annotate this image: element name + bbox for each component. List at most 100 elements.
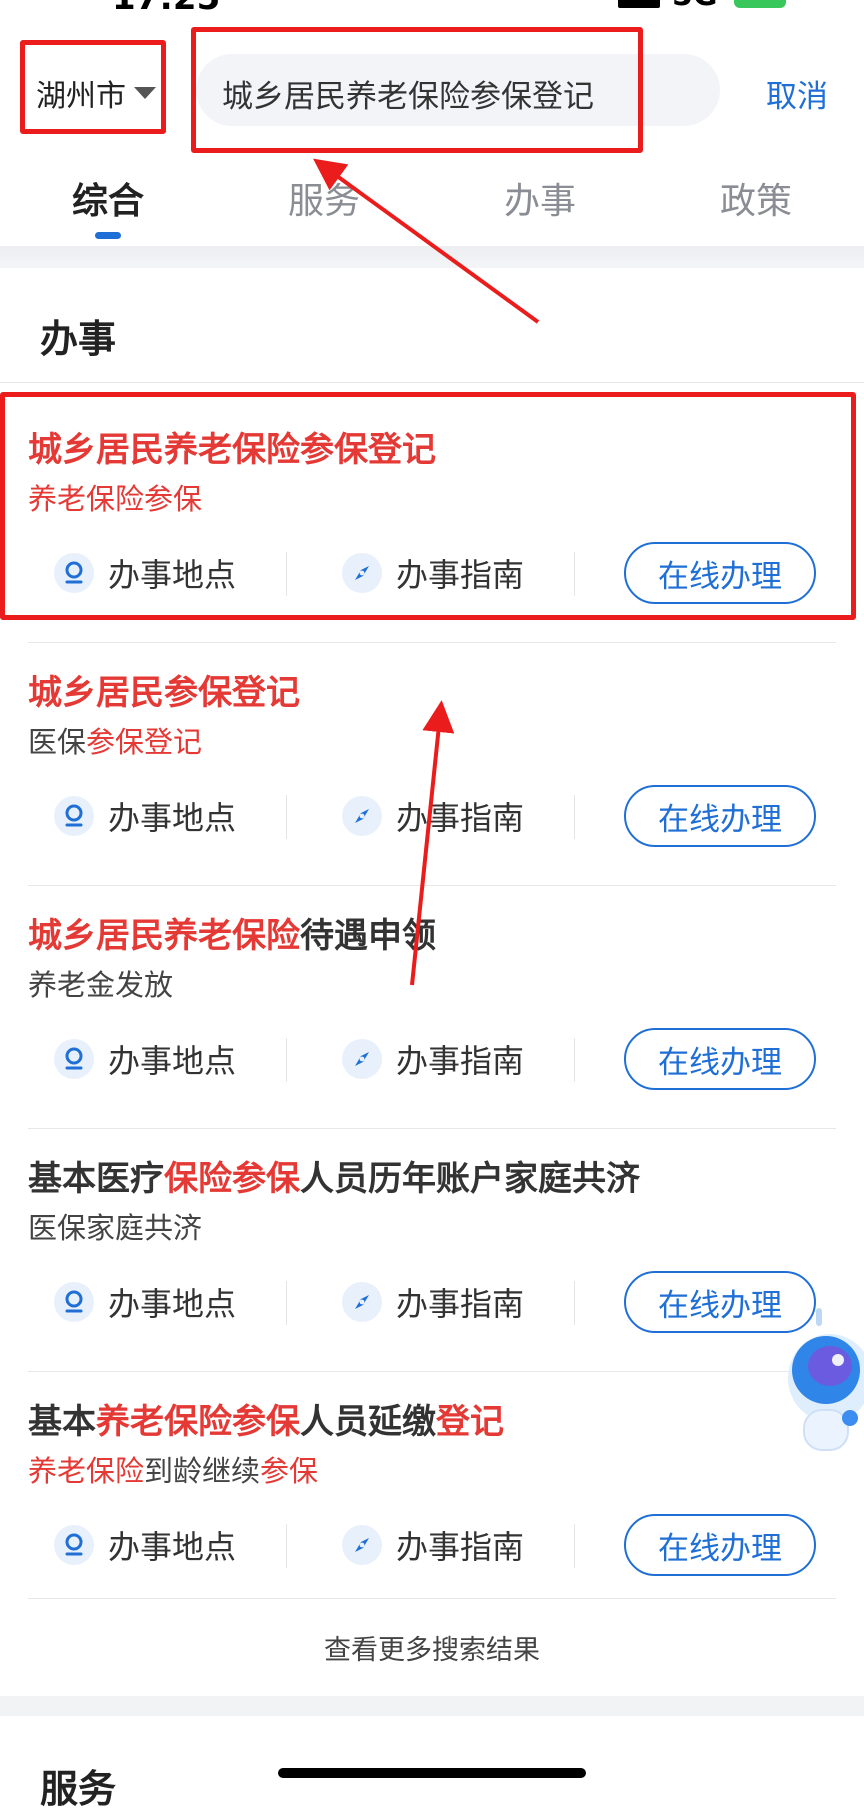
tab-services[interactable]: 服务: [288, 172, 360, 224]
separator: [286, 1524, 287, 1568]
tab-policies[interactable]: 政策: [720, 172, 792, 224]
guide-link[interactable]: 办事指南: [342, 1279, 524, 1325]
divider: [28, 642, 836, 643]
guide-label: 办事指南: [396, 556, 525, 594]
location-link[interactable]: 办事地点: [54, 1522, 236, 1568]
title-text: 待遇申领: [300, 916, 436, 956]
location-pin-icon: [54, 1039, 94, 1079]
location-pin-icon: [54, 1282, 94, 1322]
guide-link[interactable]: 办事指南: [342, 1036, 524, 1082]
location-link[interactable]: 办事地点: [54, 1279, 236, 1325]
location-label: 办事地点: [108, 556, 237, 594]
result-title[interactable]: 城乡居民参保登记: [28, 665, 300, 714]
network-type: 5G: [672, 0, 718, 13]
guide-label: 办事指南: [396, 1285, 525, 1323]
signal-icon: [618, 0, 660, 8]
separator: [286, 795, 287, 839]
cancel-button[interactable]: 取消: [766, 71, 828, 116]
result-item[interactable]: 城乡居民参保登记 医保参保登记办事地点 办事指南 在线办理: [0, 645, 864, 885]
separator: [574, 1038, 575, 1082]
online-apply-button[interactable]: 在线办理: [624, 1514, 816, 1576]
section-gap: [0, 1696, 864, 1716]
title-text: 人员延缴: [300, 1402, 436, 1442]
guide-link[interactable]: 办事指南: [342, 550, 524, 596]
compass-icon: [342, 796, 382, 836]
highlighted-keyword: 养老保险: [28, 1454, 145, 1488]
location-link[interactable]: 办事地点: [54, 793, 236, 839]
result-title[interactable]: 基本养老保险参保人员延缴登记: [28, 1394, 504, 1443]
separator: [574, 1281, 575, 1325]
highlighted-keyword: 保险参保: [164, 1159, 300, 1199]
battery-icon: [734, 0, 786, 8]
result-item[interactable]: 城乡居民养老保险参保登记 养老保险参保办事地点 办事指南 在线办理: [0, 402, 864, 642]
status-time: 17:25: [112, 0, 220, 18]
tab-affairs[interactable]: 办事: [504, 172, 576, 224]
result-subtitle: 医保家庭共济: [28, 1205, 202, 1247]
guide-link[interactable]: 办事指南: [342, 1522, 524, 1568]
result-subtitle: 养老保险到龄继续参保: [28, 1448, 318, 1490]
tab-general[interactable]: 综合: [72, 172, 144, 224]
city-label: 湖州市: [36, 79, 126, 114]
title-text: 基本医疗: [28, 1159, 164, 1199]
separator: [286, 1281, 287, 1325]
location-label: 办事地点: [108, 1042, 237, 1080]
separator: [286, 552, 287, 596]
subtitle-text: 医保: [28, 725, 87, 759]
online-apply-button[interactable]: 在线办理: [624, 542, 816, 604]
location-pin-icon: [54, 553, 94, 593]
highlighted-keyword: 城乡居民参保登记: [28, 673, 300, 713]
section-title-services: 服务: [40, 1767, 117, 1811]
result-subtitle: 养老保险参保: [28, 476, 202, 518]
subtitle-text: 养老金发放: [28, 968, 174, 1002]
result-title[interactable]: 基本医疗保险参保人员历年账户家庭共济: [28, 1151, 640, 1200]
result-subtitle: 医保参保登记: [28, 719, 202, 761]
result-title[interactable]: 城乡居民养老保险参保登记: [28, 422, 436, 471]
result-item[interactable]: 基本医疗保险参保人员历年账户家庭共济 医保家庭共济 办事地点 办事指南 在线办理: [0, 1131, 864, 1371]
guide-label: 办事指南: [396, 799, 525, 837]
result-tabs: 综合 服务 办事 政策: [0, 160, 864, 250]
caret-down-icon: [134, 87, 156, 99]
guide-label: 办事指南: [396, 1528, 525, 1566]
location-label: 办事地点: [108, 1285, 237, 1323]
compass-icon: [342, 1282, 382, 1322]
search-input[interactable]: 城乡居民养老保险参保登记: [196, 54, 720, 126]
separator: [574, 795, 575, 839]
divider: [28, 1371, 836, 1372]
location-pin-icon: [54, 1525, 94, 1565]
result-actions: 办事地点 办事指南 在线办理: [0, 540, 864, 606]
location-link[interactable]: 办事地点: [54, 1036, 236, 1082]
home-indicator: [278, 1768, 586, 1778]
section-gap: [0, 246, 864, 268]
subtitle-text: 医保家庭共济: [28, 1211, 203, 1245]
result-actions: 办事地点 办事指南 在线办理: [0, 1512, 864, 1578]
separator: [286, 1038, 287, 1082]
result-item[interactable]: 城乡居民养老保险待遇申领养老金发放办事地点 办事指南 在线办理: [0, 888, 864, 1128]
status-bar: 17:25 5G: [0, 0, 864, 18]
city-selector[interactable]: 湖州市: [36, 70, 156, 116]
online-apply-button[interactable]: 在线办理: [624, 785, 816, 847]
title-text: 人员历年账户家庭共济: [300, 1159, 640, 1199]
highlighted-keyword: 养老保险参保: [96, 1402, 300, 1442]
result-subtitle: 养老金发放: [28, 962, 173, 1004]
divider: [28, 1128, 836, 1129]
separator: [574, 1524, 575, 1568]
result-actions: 办事地点 办事指南 在线办理: [0, 1269, 864, 1335]
highlighted-keyword: 登记: [436, 1402, 504, 1442]
location-label: 办事地点: [108, 799, 237, 837]
assistant-robot-icon[interactable]: [768, 1298, 864, 1468]
result-actions: 办事地点 办事指南 在线办理: [0, 783, 864, 849]
guide-label: 办事指南: [396, 1042, 525, 1080]
search-input-value: 城乡居民养老保险参保登记: [222, 79, 594, 115]
subtitle-text: 到龄继续: [144, 1454, 261, 1488]
more-results-link[interactable]: 查看更多搜索结果: [0, 1628, 864, 1667]
online-apply-button[interactable]: 在线办理: [624, 1028, 816, 1090]
result-title[interactable]: 城乡居民养老保险待遇申领: [28, 908, 436, 957]
guide-link[interactable]: 办事指南: [342, 793, 524, 839]
result-item[interactable]: 基本养老保险参保人员延缴登记 养老保险到龄继续参保 办事地点 办事指南 在线办理: [0, 1374, 864, 1614]
highlighted-keyword: 城乡居民养老保险参保登记: [28, 430, 436, 470]
highlighted-keyword: 参保: [260, 1454, 319, 1488]
highlighted-keyword: 城乡居民养老保险: [28, 916, 300, 956]
location-link[interactable]: 办事地点: [54, 550, 236, 596]
title-text: 基本: [28, 1402, 96, 1442]
section-title-affairs: 办事: [40, 317, 117, 361]
